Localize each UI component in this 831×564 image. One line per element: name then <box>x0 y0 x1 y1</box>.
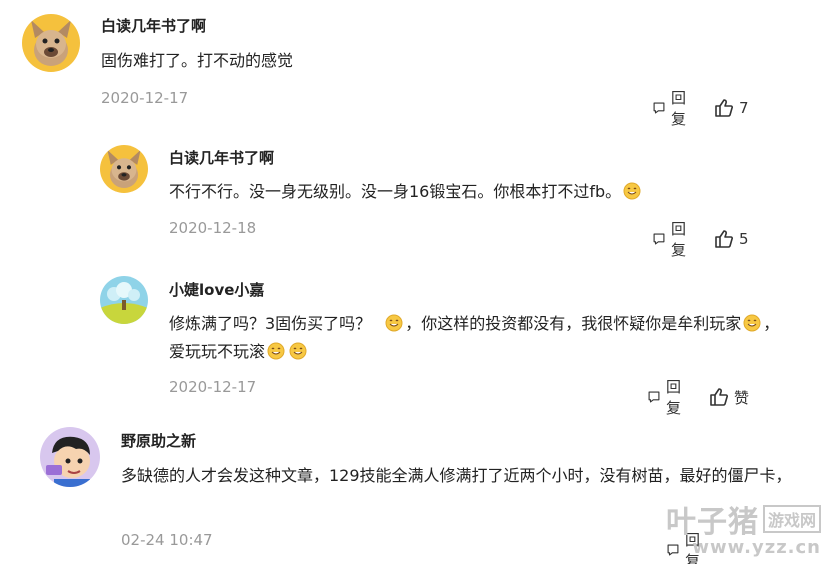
comment-text-part: 修炼满了吗？3固伤买了吗？ <box>169 314 372 333</box>
comment-date: 2020-12-17 <box>101 89 189 107</box>
avatar[interactable] <box>22 14 80 72</box>
comment-text: 固伤难打了。打不动的感觉 <box>101 51 294 70</box>
smile-emoji-icon <box>743 314 761 332</box>
thumbs-up-icon <box>715 230 734 248</box>
username[interactable]: 野原助之新 <box>121 430 196 451</box>
reply-label: 回复 <box>666 378 682 417</box>
smile-emoji-icon <box>385 314 403 332</box>
like-button[interactable]: 5 <box>714 229 749 249</box>
reply-icon <box>653 102 665 114</box>
smile-emoji-icon <box>623 182 641 200</box>
comment-text-body: 不行不行。没一身无级别。没一身16锻宝石。你根本打不过fb。 <box>169 182 622 201</box>
comment-date: 2020-12-17 <box>169 378 257 396</box>
comment-actions: 回复 赞 <box>647 376 749 418</box>
avatar[interactable] <box>100 276 148 324</box>
username[interactable]: 小婕love小嘉 <box>169 279 264 300</box>
avatar[interactable] <box>100 145 148 193</box>
username[interactable]: 白读几年书了啊 <box>169 147 274 168</box>
watermark-url: www.yzz.cn <box>692 537 821 558</box>
thumbs-up-icon <box>715 99 734 117</box>
dog-avatar-image <box>22 14 80 72</box>
comment-text-part: ，你这样的投资都没有，我很怀疑你是牟利玩家 <box>405 314 742 333</box>
watermark: 叶子猪 游戏网 www.yzz.cn <box>666 497 821 558</box>
reply-icon <box>648 391 660 403</box>
username[interactable]: 白读几年书了啊 <box>101 15 206 36</box>
comment-text: 修炼满了吗？3固伤买了吗？ ，你这样的投资都没有，我很怀疑你是牟利玩家 ，爱玩玩不玩… <box>169 310 789 366</box>
comment-date: 2020-12-18 <box>169 219 257 237</box>
comment-text: 多缺德的人才会发这种文章，129技能全满人修满打了近两个小时，没有树苗，最好的僵… <box>121 466 792 485</box>
smile-emoji-icon <box>267 342 285 360</box>
watermark-box: 游戏网 <box>762 505 821 533</box>
comment-actions: 回复 7 <box>652 87 749 129</box>
comment-date: 02-24 10:47 <box>121 531 213 549</box>
reply-icon <box>653 233 665 245</box>
comment-actions: 回复 5 <box>652 218 749 260</box>
reply-button[interactable]: 回复 <box>647 376 687 418</box>
like-button[interactable]: 7 <box>714 98 749 118</box>
cartoon-avatar-image <box>40 427 100 487</box>
like-count: 7 <box>739 99 749 117</box>
reply-label: 回复 <box>671 89 687 128</box>
avatar[interactable] <box>40 427 100 487</box>
reply-label: 回复 <box>671 220 687 259</box>
landscape-avatar-image <box>100 276 148 324</box>
like-label: 赞 <box>734 388 750 407</box>
reply-button[interactable]: 回复 <box>652 87 692 129</box>
like-button[interactable]: 赞 <box>709 387 749 408</box>
thumbs-up-icon <box>710 388 729 406</box>
watermark-brand: 叶子猪 <box>665 505 759 540</box>
smile-emoji-icon <box>289 342 307 360</box>
dog-avatar-image <box>100 145 148 193</box>
comment-text: 不行不行。没一身无级别。没一身16锻宝石。你根本打不过fb。 <box>169 178 809 206</box>
reply-button[interactable]: 回复 <box>652 218 692 260</box>
like-count: 5 <box>739 230 749 248</box>
